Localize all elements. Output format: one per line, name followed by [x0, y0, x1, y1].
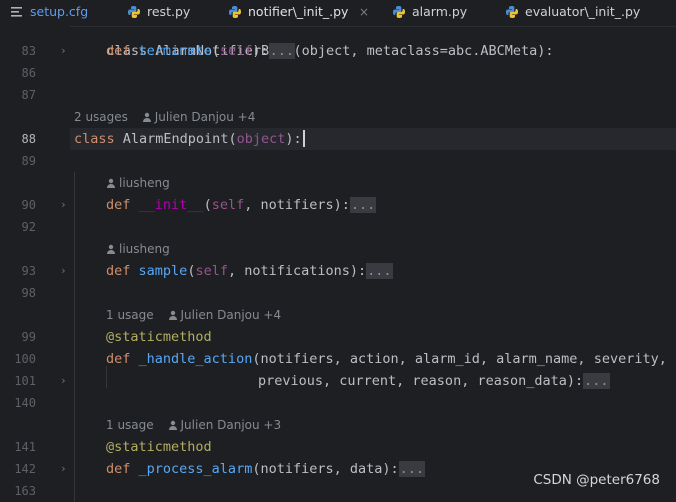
- watermark: CSDN @peter6768: [533, 472, 660, 488]
- code-line: class AlarmEndpoint(object):: [74, 128, 305, 150]
- folded-region[interactable]: ...: [268, 43, 295, 59]
- line-number: 87: [21, 88, 36, 102]
- text-caret: [302, 130, 305, 147]
- line-number: 163: [14, 484, 36, 498]
- line-number: 140: [14, 396, 36, 410]
- menu-lines-icon: [11, 7, 22, 17]
- user-icon: [107, 244, 115, 254]
- user-icon: [142, 112, 151, 122]
- usages-hint[interactable]: 2 usages Julien Danjou +4: [74, 106, 255, 128]
- tab-evaluator-init-py[interactable]: evaluator\_init_.py: [505, 0, 676, 26]
- code-line: def sample(self, notifications):...: [106, 263, 393, 279]
- folded-region[interactable]: ...: [398, 461, 426, 477]
- tab-notifier-init-py[interactable]: notifier\_init_.py ×: [228, 0, 370, 26]
- tab-rest-py[interactable]: rest.py: [127, 0, 207, 26]
- line-number: 98: [21, 286, 36, 300]
- line-number: 99: [21, 330, 36, 344]
- line-number: 100: [14, 352, 36, 366]
- code-line: def _process_alarm(notifiers, data):...: [106, 461, 426, 477]
- code-line: def __init__(self, notifiers):...: [106, 197, 377, 213]
- author-hint[interactable]: liusheng: [106, 238, 170, 260]
- close-tab-icon[interactable]: ×: [359, 0, 369, 24]
- python-icon: [128, 6, 140, 18]
- user-icon: [107, 178, 115, 188]
- fold-chevron-icon[interactable]: ›: [60, 370, 68, 392]
- code-line: def terminate(self):...: [106, 43, 295, 59]
- fold-chevron-icon[interactable]: ›: [60, 458, 68, 480]
- usages-hint[interactable]: 1 usage Julien Danjou +4: [106, 304, 281, 326]
- line-number: 101: [14, 374, 36, 388]
- tab-setup-cfg[interactable]: setup.cfg: [10, 0, 110, 26]
- code-line: @staticmethod: [106, 439, 212, 455]
- code-line: def _handle_action(notifiers, action, al…: [106, 351, 667, 367]
- tab-label: setup.cfg: [30, 4, 89, 19]
- python-icon: [229, 6, 241, 18]
- code-line: class AlarmNotifierBase(object, metaclas…: [106, 43, 554, 59]
- fold-chevron-icon[interactable]: ›: [60, 40, 68, 62]
- line-number: 142: [14, 462, 36, 476]
- tab-label: alarm.py: [412, 4, 468, 19]
- indent-guide: [74, 172, 75, 502]
- tab-alarm-py[interactable]: alarm.py: [392, 0, 482, 26]
- python-icon: [393, 6, 405, 18]
- fold-chevron-icon[interactable]: ›: [60, 194, 68, 216]
- editor-tab-bar: setup.cfg rest.py notifier\_init_.py × a…: [0, 0, 676, 27]
- code-line: @staticmethod: [106, 329, 212, 345]
- line-number: 141: [14, 440, 36, 454]
- line-number: 89: [21, 154, 36, 168]
- line-number-gutter[interactable]: 83 › 86 87 88 89 90 › 92 93 › 98 99 100 …: [0, 26, 70, 502]
- code-editor[interactable]: class AlarmNotifierBase(object, metaclas…: [70, 26, 676, 502]
- tab-label: notifier\_init_.py: [248, 4, 349, 19]
- code-line: previous, current, reason, reason_data):…: [258, 373, 610, 389]
- folded-region[interactable]: ...: [583, 373, 610, 389]
- fold-chevron-icon[interactable]: ›: [60, 260, 68, 282]
- user-icon: [168, 310, 177, 320]
- line-number: 93: [21, 264, 36, 278]
- line-number: 88: [21, 132, 36, 146]
- tab-label: rest.py: [147, 4, 191, 19]
- line-number: 92: [21, 220, 36, 234]
- line-number: 90: [21, 198, 36, 212]
- usages-hint[interactable]: 1 usage Julien Danjou +3: [106, 414, 281, 436]
- user-icon: [168, 420, 177, 430]
- line-number: 83: [21, 44, 36, 58]
- folded-region[interactable]: ...: [349, 197, 377, 213]
- python-icon: [506, 6, 518, 18]
- author-hint[interactable]: liusheng: [106, 172, 170, 194]
- line-number: 86: [21, 66, 36, 80]
- tab-label: evaluator\_init_.py: [525, 4, 641, 19]
- folded-region[interactable]: ...: [366, 263, 393, 279]
